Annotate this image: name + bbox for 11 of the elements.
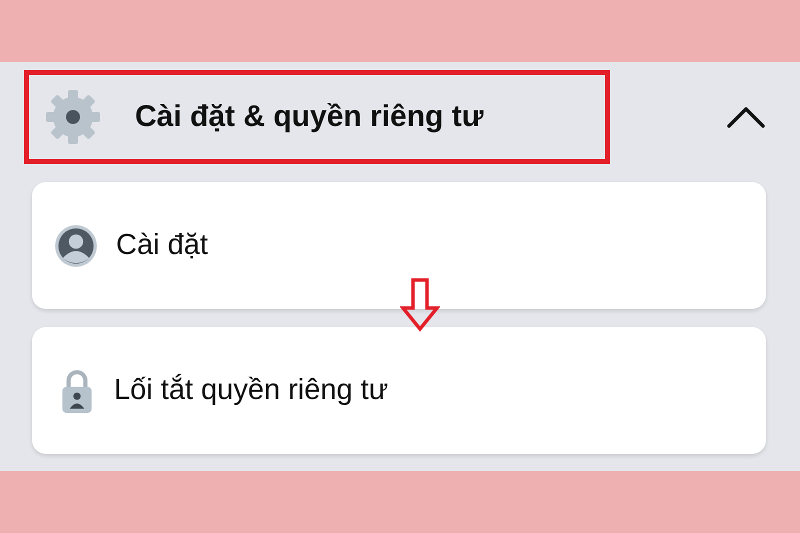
menu-item[interactable]: Cài đặt <box>32 182 766 309</box>
profile-icon <box>54 224 98 268</box>
down-arrow-icon <box>400 278 440 332</box>
section-header[interactable]: Cài đặt & quyền riêng tư <box>24 70 610 164</box>
item-label: Lối tắt quyền riêng tư <box>114 374 388 407</box>
item-label: Cài đặt <box>116 229 208 262</box>
lock-icon <box>60 368 94 414</box>
gear-icon <box>43 87 103 147</box>
menu-item[interactable]: Lối tắt quyền riêng tư <box>32 327 766 454</box>
section-title: Cài đặt & quyền riêng tư <box>135 100 484 134</box>
chevron-icon[interactable] <box>726 105 766 129</box>
